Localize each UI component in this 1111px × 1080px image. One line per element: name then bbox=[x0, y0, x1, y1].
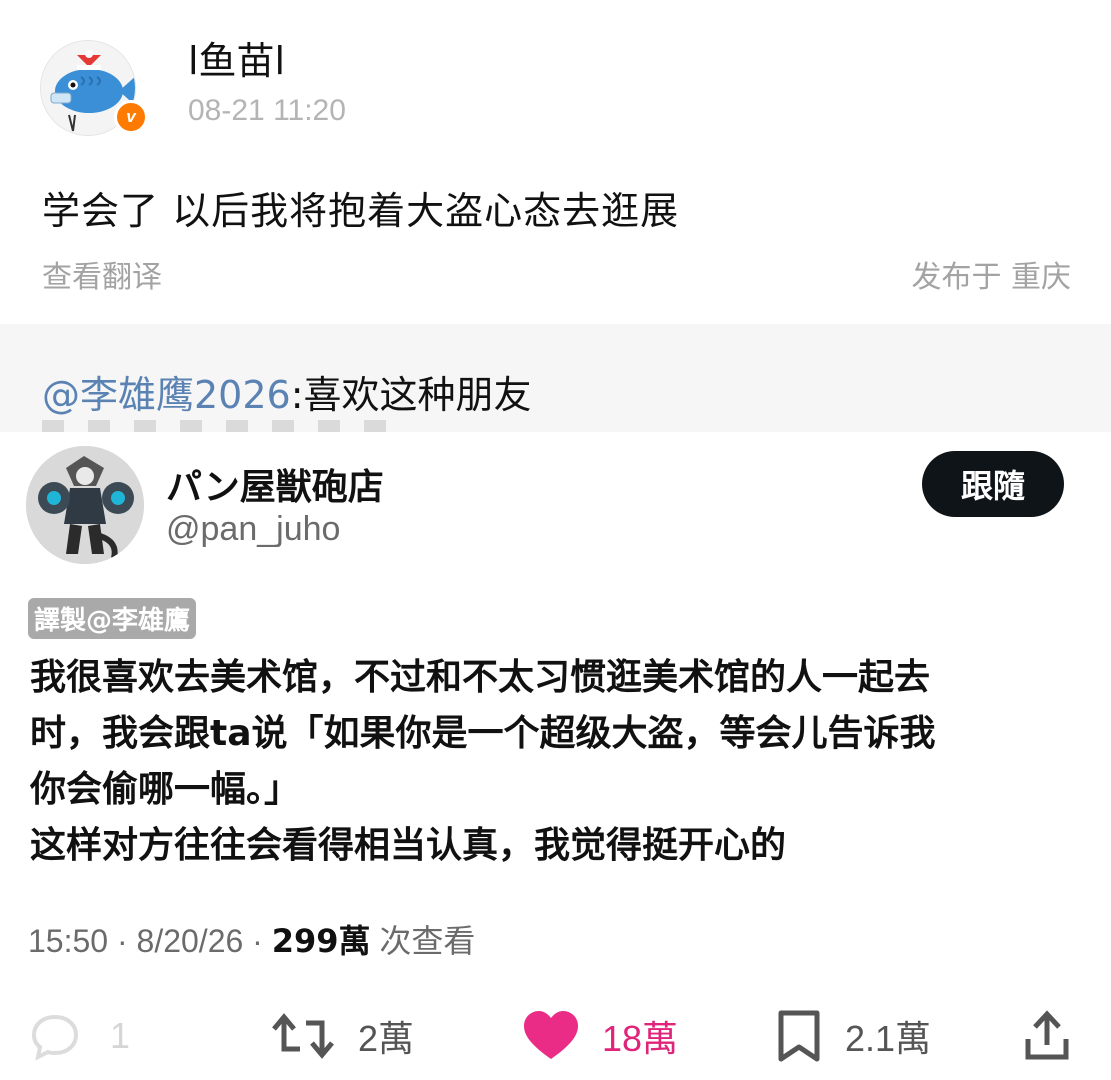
repost-comment-bar[interactable]: @李雄鹰2026:喜欢这种朋友 bbox=[0, 324, 1111, 432]
tweet-date: 8/20/26 bbox=[136, 923, 244, 959]
tweet-time: 15:50 bbox=[28, 923, 109, 959]
tweet-body-line: 我很喜欢去美术馆，不过和不太习惯逛美术馆的人一起去 bbox=[30, 657, 931, 698]
mention-separator: : bbox=[290, 373, 304, 417]
view-label: 次查看 bbox=[379, 922, 476, 960]
cropped-text-remnant bbox=[42, 420, 402, 432]
heart-icon bbox=[524, 1011, 578, 1059]
tweet-meta: 15:50 · 8/20/26 · 299萬 次查看 bbox=[28, 916, 475, 962]
bookmark-button[interactable]: 2.1萬 bbox=[775, 1006, 931, 1066]
weibo-author-name[interactable]: l鱼苗l bbox=[188, 30, 285, 85]
retweet-button[interactable]: 2萬 bbox=[270, 1006, 414, 1066]
share-icon bbox=[1025, 1010, 1069, 1060]
meta-dot: · bbox=[252, 923, 263, 959]
reply-count: 1 bbox=[110, 1015, 131, 1056]
repost-comment-text: 喜欢这种朋友 bbox=[303, 373, 532, 417]
share-button[interactable] bbox=[1020, 1006, 1074, 1066]
tweet-body-line: 你会偷哪一幅。」 bbox=[30, 769, 301, 810]
tweet-handle[interactable]: @pan_juho bbox=[166, 510, 340, 549]
tweet-display-name[interactable]: パン屋獣砲店 bbox=[166, 458, 384, 510]
like-count: 18萬 bbox=[602, 1018, 679, 1059]
translate-link[interactable]: 查看翻译 bbox=[42, 252, 162, 296]
tweet-author-avatar[interactable] bbox=[26, 446, 144, 564]
bookmark-icon bbox=[778, 1010, 820, 1062]
mech-character-avatar-image bbox=[26, 446, 144, 564]
like-button[interactable]: 18萬 bbox=[522, 1006, 678, 1066]
tweet-body: 我很喜欢去美术馆，不过和不太习惯逛美术馆的人一起去 时，我会跟ta说「如果你是一… bbox=[30, 650, 1090, 874]
retweet-icon bbox=[272, 1013, 334, 1059]
translator-watermark: 譯製@李雄鷹 bbox=[28, 598, 197, 639]
meta-dot: · bbox=[116, 923, 128, 959]
weibo-author-avatar[interactable]: v bbox=[40, 40, 152, 136]
repost-comment: @李雄鹰2026:喜欢这种朋友 bbox=[42, 364, 532, 419]
post-location: 发布于 重庆 bbox=[911, 260, 1071, 295]
post-text: 学会了 以后我将抱着大盗心态去逛展 bbox=[42, 189, 680, 233]
bookmark-count: 2.1萬 bbox=[845, 1018, 932, 1059]
view-count: 299萬 bbox=[271, 922, 371, 960]
tweet-body-line: 这样对方往往会看得相当认真，我觉得挺开心的 bbox=[30, 825, 787, 866]
post-timestamp: 08-21 11:20 bbox=[188, 94, 346, 127]
retweet-count: 2萬 bbox=[358, 1018, 415, 1059]
tweet-body-line: 时，我会跟ta说「如果你是一个超级大盗，等会儿告诉我 bbox=[30, 713, 936, 754]
reply-button[interactable]: 1 bbox=[28, 1006, 130, 1066]
comment-bubble-icon bbox=[31, 1014, 79, 1061]
tweet-action-bar: 1 2萬 18萬 2.1萬 bbox=[0, 1000, 1111, 1070]
verified-badge: v bbox=[114, 100, 148, 134]
follow-button[interactable]: 跟隨 bbox=[922, 451, 1064, 517]
user-mention-link[interactable]: @李雄鹰2026 bbox=[42, 373, 291, 417]
